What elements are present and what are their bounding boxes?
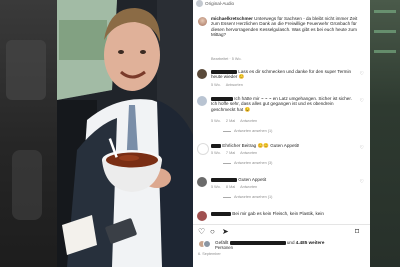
comment-body: Bei mir gab es kein Fleisch, kein Plasti… bbox=[232, 211, 324, 216]
audio-avatar bbox=[196, 0, 203, 7]
post-date: 6. September bbox=[198, 252, 221, 256]
comment-body: Guten Appetit bbox=[238, 177, 267, 182]
bookmark-icon[interactable]: ⌑ bbox=[355, 227, 359, 236]
share-icon[interactable]: ➤ bbox=[222, 227, 229, 236]
comment-likes: 2 Mal bbox=[225, 119, 236, 123]
avatar[interactable] bbox=[197, 69, 207, 79]
audio-header: Original-Audio bbox=[193, 0, 370, 9]
masked-username bbox=[229, 240, 286, 245]
avatar[interactable] bbox=[197, 96, 207, 106]
comment-icon[interactable]: ○ bbox=[210, 227, 215, 236]
replies-line bbox=[223, 162, 231, 164]
background-blur bbox=[374, 50, 396, 53]
view-replies-label: Antworten ansehen (3) bbox=[234, 161, 273, 165]
heart-icon[interactable]: ♡ bbox=[360, 179, 364, 185]
view-replies-label: Antworten ansehen (1) bbox=[234, 195, 273, 199]
likes-people: Personen bbox=[215, 245, 233, 250]
avatar[interactable] bbox=[197, 143, 209, 155]
comment-time: 5 Wo. bbox=[211, 83, 221, 87]
background-blur bbox=[374, 30, 396, 33]
comment-text: Bei mir gab es kein Fleisch, kein Plasti… bbox=[211, 211, 359, 216]
comment-text: Ehrlicher Beitrag 😊😊 Guten Appetit! bbox=[211, 143, 359, 148]
view-replies-button[interactable]: Antworten ansehen (1) bbox=[223, 129, 272, 133]
reply-button[interactable]: Antworten bbox=[240, 151, 257, 155]
comment-likes: 7 Mal bbox=[225, 151, 236, 155]
background-blur bbox=[374, 10, 396, 13]
comment-text: Ich hätte mir ~ ~ ~ en Latz umgehangen. … bbox=[211, 96, 359, 112]
comment-meta: 5 Wo. 7 Mal Antworten bbox=[211, 151, 261, 155]
masked-username bbox=[211, 143, 221, 148]
post-photo[interactable] bbox=[57, 0, 193, 267]
masked-username bbox=[211, 96, 233, 101]
background-blur bbox=[6, 40, 46, 100]
caption-time: 5 Wo. bbox=[231, 57, 242, 61]
view-replies-label: Antworten ansehen (1) bbox=[234, 129, 273, 133]
comment-body: Ehrlicher Beitrag 😊😊 Guten Appetit! bbox=[222, 143, 300, 148]
reply-button[interactable]: Antworten bbox=[226, 83, 243, 87]
heart-icon[interactable]: ♡ bbox=[198, 227, 205, 236]
likes-connector: und bbox=[286, 240, 295, 245]
comment-body: Ich hätte mir ~ ~ ~ en Latz umgehangen. … bbox=[211, 96, 352, 112]
heart-icon[interactable]: ♡ bbox=[360, 98, 364, 104]
comment-text: Lass es dir schmecken und danke für den … bbox=[211, 69, 359, 80]
heart-icon[interactable]: ♡ bbox=[360, 145, 364, 151]
replies-line bbox=[223, 130, 231, 132]
comment-time: 5 Wo. bbox=[211, 151, 221, 155]
avatar[interactable] bbox=[198, 17, 207, 26]
heart-icon[interactable]: ♡ bbox=[360, 71, 364, 77]
avatar[interactable] bbox=[197, 177, 207, 187]
comment-time: 5 Wo. bbox=[211, 185, 221, 189]
likes-summary: Gefällt und 4.485 weitere Personen bbox=[193, 238, 370, 250]
view-replies-button[interactable]: Antworten ansehen (3) bbox=[223, 161, 272, 165]
background-blur bbox=[12, 150, 42, 220]
caption-meta: Bearbeitet · 5 Wo. bbox=[211, 57, 242, 61]
likes-count: 4.485 weitere bbox=[295, 240, 325, 245]
replies-line bbox=[223, 196, 231, 198]
comment-meta: 5 Wo. Antworten bbox=[211, 83, 247, 87]
masked-username bbox=[211, 211, 231, 216]
comment-meta: 5 Wo. 8 Mal Antworten bbox=[211, 185, 261, 189]
caption-text: michaelkretschmer Unterwegs für Sachsen … bbox=[211, 16, 363, 38]
comment-time: 5 Wo. bbox=[211, 119, 221, 123]
avatar bbox=[203, 240, 211, 248]
avatar[interactable] bbox=[197, 211, 207, 221]
view-replies-button[interactable]: Antworten ansehen (1) bbox=[223, 195, 272, 199]
reply-button[interactable]: Antworten bbox=[240, 185, 257, 189]
comment-text: Guten Appetit bbox=[211, 177, 359, 182]
comment-meta: 5 Wo. 2 Mal Antworten bbox=[211, 119, 261, 123]
caption-username[interactable]: michaelkretschmer bbox=[211, 16, 253, 21]
caption-edited: Bearbeitet bbox=[211, 57, 229, 61]
post-panel: Original-Audio michaelkretschmer Unterwe… bbox=[193, 0, 370, 267]
post-photo-image bbox=[57, 0, 193, 267]
action-bar: ♡ ○ ➤ ⌑ bbox=[193, 224, 370, 239]
background-left bbox=[0, 0, 57, 267]
background-right bbox=[370, 0, 400, 267]
audio-label[interactable]: Original-Audio bbox=[205, 1, 234, 6]
reply-button[interactable]: Antworten bbox=[240, 119, 257, 123]
comment-likes: 8 Mal bbox=[225, 185, 236, 189]
masked-username bbox=[211, 177, 237, 182]
